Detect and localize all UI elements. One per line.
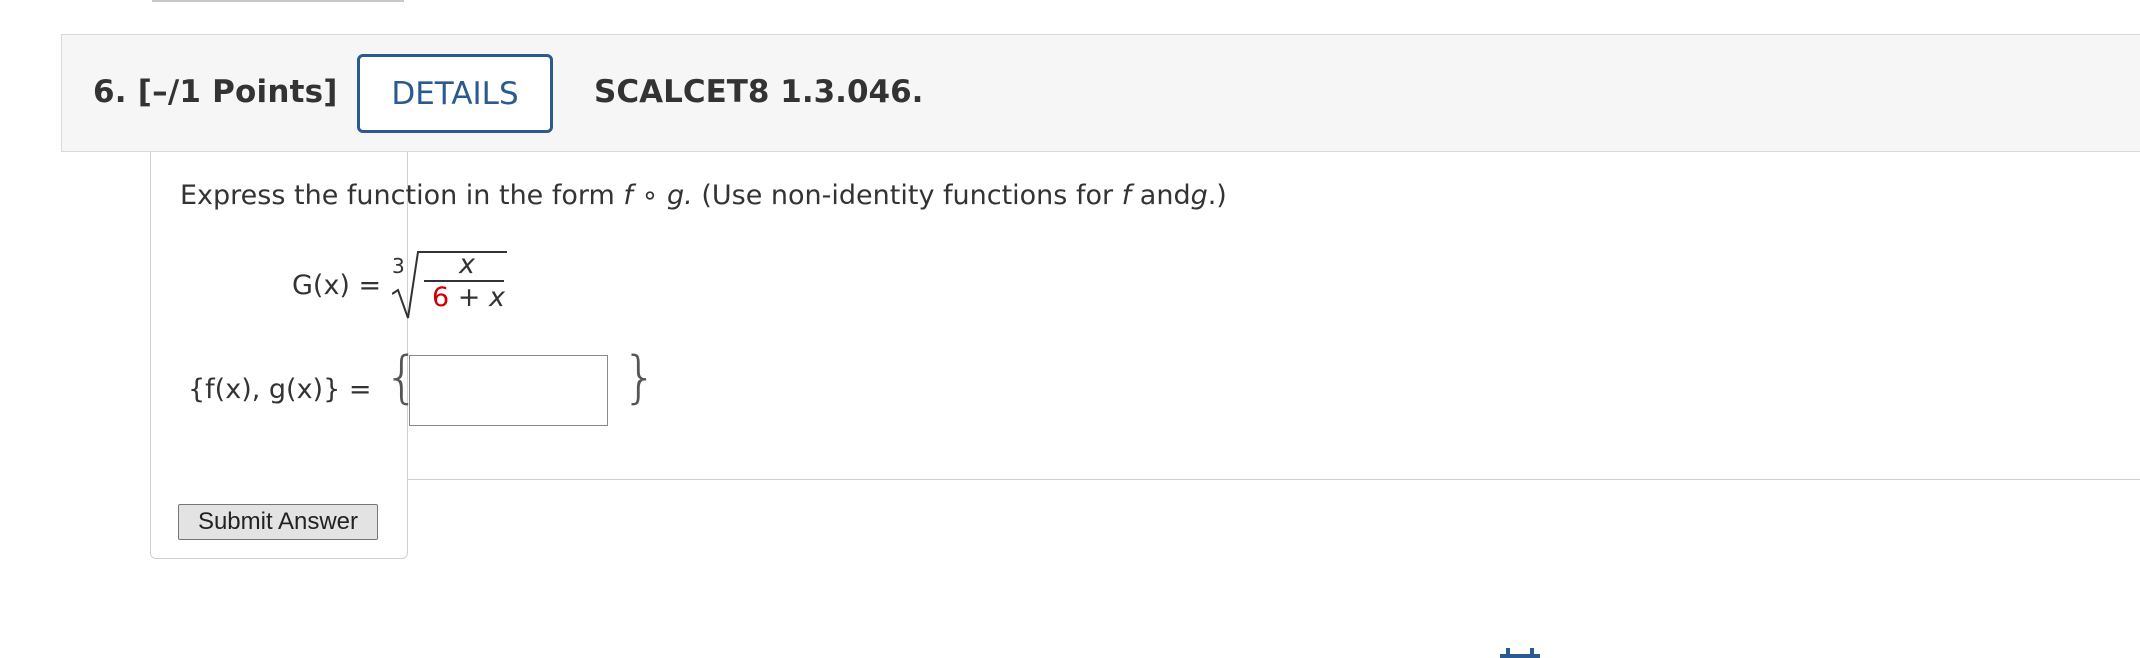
prompt-note-start: (Use non-identity functions for bbox=[701, 180, 1114, 211]
question-index: 6. bbox=[93, 74, 127, 110]
answer-input[interactable] bbox=[409, 355, 608, 426]
answer-label: {f(x), g(x)} = bbox=[188, 374, 372, 405]
compose-symbol: ∘ bbox=[641, 180, 659, 211]
denominator-variable: x bbox=[488, 282, 505, 313]
calendar-icon bbox=[1500, 648, 1540, 658]
prompt-lead: Express the function in the form bbox=[180, 180, 615, 211]
fraction-denominator: 6 + x bbox=[432, 282, 505, 313]
panel-divider bbox=[407, 479, 2140, 480]
submit-answer-button[interactable]: Submit Answer bbox=[178, 504, 378, 540]
prompt-f: f bbox=[623, 180, 633, 211]
question-code: SCALCET8 1.3.046. bbox=[594, 74, 924, 110]
function-formula: G(x) = 3 x 6 + x bbox=[292, 240, 572, 330]
previous-question-divider bbox=[152, 0, 404, 2]
denominator-plus: + bbox=[449, 282, 489, 313]
prompt-note-end: .) bbox=[1207, 180, 1227, 211]
denominator-constant: 6 bbox=[432, 282, 450, 313]
root-index: 3 bbox=[392, 254, 405, 278]
fraction-numerator: x bbox=[459, 249, 475, 280]
formula-lhs: G(x) = bbox=[292, 270, 382, 301]
prompt-and: and bbox=[1139, 180, 1191, 211]
details-button[interactable]: DETAILS bbox=[357, 54, 553, 133]
prompt-f2: f bbox=[1121, 180, 1132, 211]
question-number: 6. [–/1 Points] bbox=[93, 74, 338, 110]
right-brace: } bbox=[622, 345, 658, 410]
prompt-g: g. bbox=[667, 180, 693, 211]
prompt-g2: g bbox=[1190, 180, 1208, 211]
question-prompt: Express the function in the form f ∘ g. … bbox=[180, 180, 1227, 211]
question-points: [–/1 Points] bbox=[137, 74, 338, 110]
